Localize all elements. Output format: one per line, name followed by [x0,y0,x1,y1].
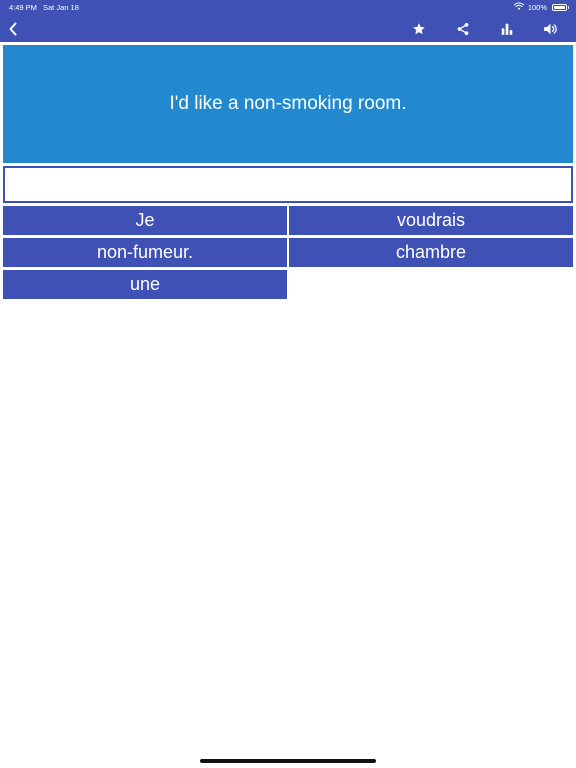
favorite-button[interactable] [408,18,430,40]
battery-icon [552,3,569,11]
star-icon [412,22,426,36]
prompt-card: I'd like a non-smoking room. [3,45,573,163]
app-header: 4:49 PM Sat Jan 18 100% [0,0,576,42]
chevron-left-icon [8,22,18,36]
toolbar [0,14,576,42]
word-tile-non-fumeur[interactable]: non-fumeur. [3,238,287,267]
back-button[interactable] [2,18,24,40]
status-time: 4:49 PM [9,3,37,12]
word-tile-chambre[interactable]: chambre [289,238,573,267]
word-tile-voudrais[interactable]: voudrais [289,206,573,235]
status-date: Sat Jan 18 [43,3,79,12]
statistics-button[interactable] [496,18,518,40]
word-tile-une[interactable]: une [3,270,287,299]
wifi-icon [513,2,524,12]
battery-percent: 100% [527,2,547,12]
home-indicator[interactable] [200,759,376,763]
share-button[interactable] [452,18,474,40]
audio-button[interactable] [539,18,561,40]
battery-level [554,5,565,9]
screen: 4:49 PM Sat Jan 18 100% I'd like a non-s… [0,0,576,768]
share-icon [456,22,470,36]
prompt-text: I'd like a non-smoking room. [169,93,407,114]
word-tile-je[interactable]: Je [3,206,287,235]
bar-chart-icon [500,22,514,36]
answer-field[interactable] [3,166,573,203]
status-bar: 4:49 PM Sat Jan 18 100% [0,0,576,14]
speaker-icon [543,22,558,36]
battery-tip [567,6,569,9]
status-indicators: 100% [513,2,569,12]
